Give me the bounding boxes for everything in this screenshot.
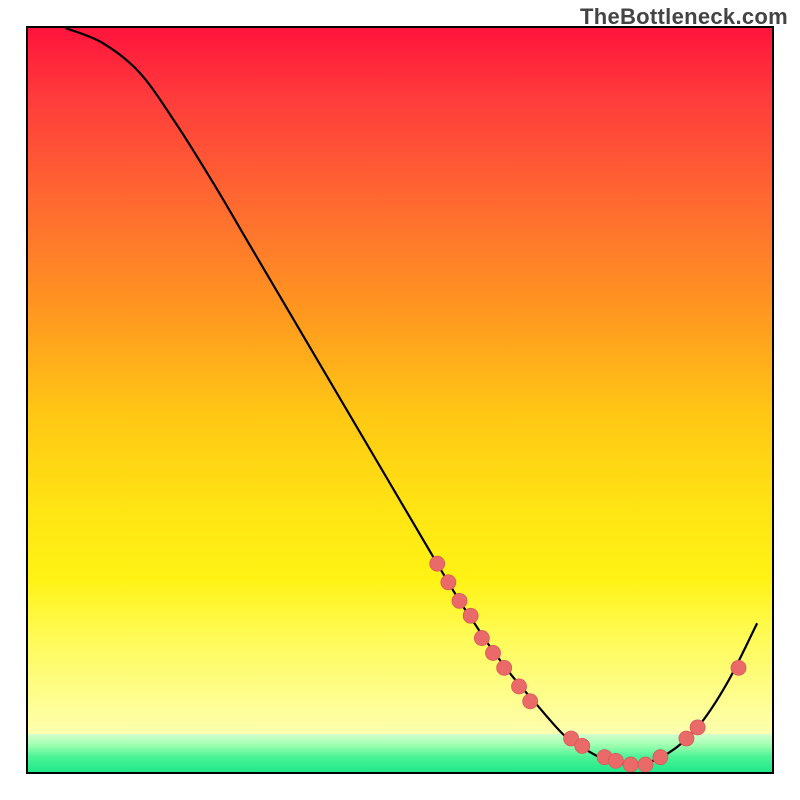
marker-bottom-2 [575,738,590,753]
curve-markers [430,556,746,772]
marker-cluster-mid-2 [441,575,456,590]
plot-area [26,26,774,774]
marker-bottom-6 [638,757,653,772]
marker-upturn-2 [690,720,705,735]
bottleneck-curve [65,28,757,765]
marker-cluster-mid-1 [430,556,445,571]
marker-cluster-mid-5 [474,631,489,646]
marker-bottom-5 [623,757,638,772]
marker-cluster-mid-7 [497,660,512,675]
chart-stage: TheBottleneck.com [0,0,800,800]
marker-cluster-mid-8 [512,679,527,694]
curve-layer [28,28,772,772]
marker-bottom-7 [653,750,668,765]
marker-cluster-mid-4 [463,608,478,623]
marker-cluster-mid-3 [452,593,467,608]
marker-upturn-1 [679,731,694,746]
marker-bottom-4 [608,753,623,768]
marker-upturn-3 [731,660,746,675]
marker-cluster-mid-9 [523,694,538,709]
marker-cluster-mid-6 [486,645,501,660]
